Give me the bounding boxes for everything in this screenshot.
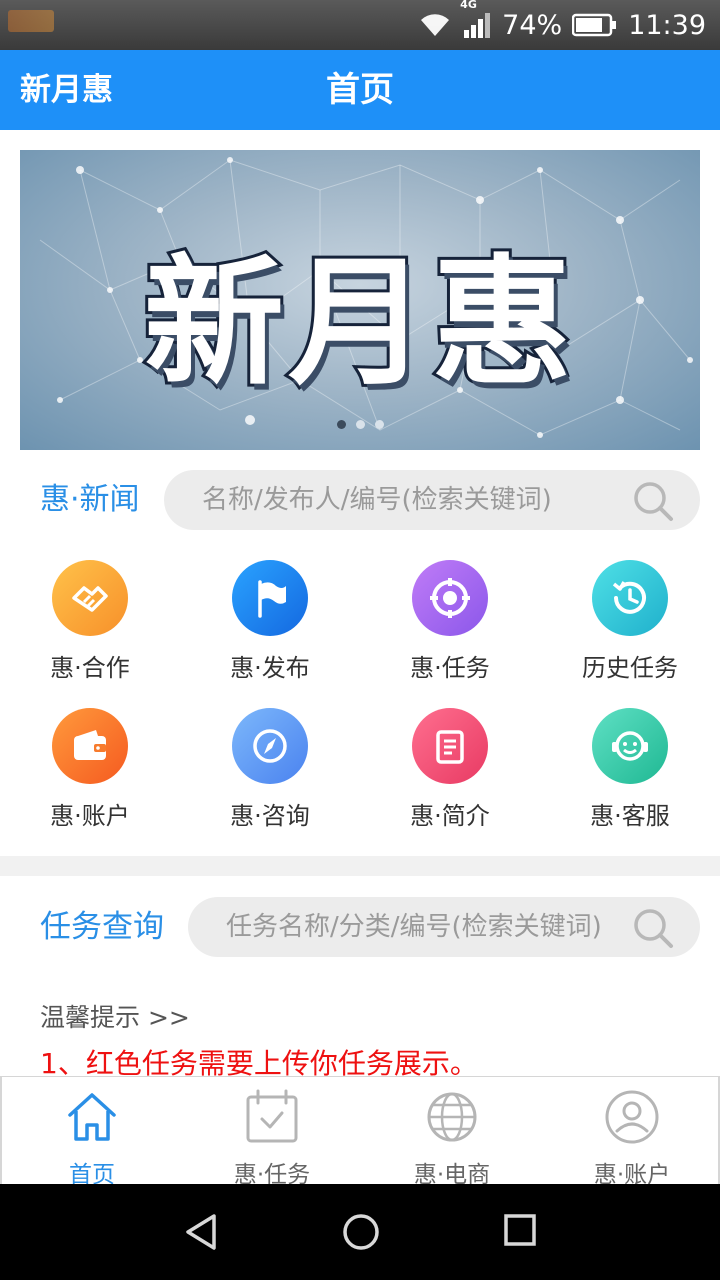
grid-item-service[interactable]: 惠·客服 <box>540 704 720 834</box>
grid-item-label: 惠·咨询 <box>230 802 310 830</box>
carousel-dot[interactable] <box>355 420 365 429</box>
compass-icon <box>232 708 308 784</box>
status-bar: 4G 74% 11:39 <box>0 0 720 50</box>
document-icon <box>412 708 488 784</box>
bottom-tab-bar: 首页 惠·任务 惠·电商 惠·账户 <box>0 1076 720 1188</box>
customer-service-icon <box>592 708 668 784</box>
carousel-dot[interactable] <box>374 420 384 429</box>
news-title: 惠·新闻 <box>40 482 140 517</box>
grid-item-label: 历史任务 <box>582 654 678 682</box>
grid-item-label: 惠·合作 <box>50 654 130 682</box>
handshake-icon <box>52 560 128 636</box>
calendar-check-icon <box>246 1089 298 1143</box>
task-query-header: 任务查询 <box>0 896 720 958</box>
search-icon[interactable] <box>632 907 674 953</box>
page-title: 首页 <box>326 70 394 110</box>
grid-item-task[interactable]: 惠·任务 <box>360 556 540 686</box>
history-icon <box>592 560 668 636</box>
carousel-indicator <box>20 420 700 429</box>
grid-item-cooperation[interactable]: 惠·合作 <box>0 556 180 686</box>
wifi-icon <box>418 12 452 38</box>
section-divider <box>0 856 720 876</box>
news-search-input[interactable] <box>202 470 622 530</box>
grid-item-intro[interactable]: 惠·简介 <box>360 704 540 834</box>
grid-item-publish[interactable]: 惠·发布 <box>180 556 360 686</box>
clock: 11:39 <box>628 9 706 41</box>
task-search-box[interactable] <box>188 897 700 957</box>
back-icon[interactable] <box>180 1212 224 1252</box>
tab-home[interactable]: 首页 <box>2 1077 182 1188</box>
recents-icon[interactable] <box>502 1212 540 1250</box>
system-nav-bar <box>0 1184 720 1280</box>
banner-carousel[interactable]: 新月惠 <box>20 150 700 450</box>
app-header: 新月惠 首页 <box>0 50 720 130</box>
home-nav-icon[interactable] <box>340 1212 382 1254</box>
grid-item-label: 惠·客服 <box>590 802 670 830</box>
tab-task[interactable]: 惠·任务 <box>182 1077 362 1188</box>
grid-item-label: 惠·发布 <box>230 654 310 682</box>
globe-icon <box>427 1092 477 1142</box>
banner-title: 新月惠 <box>141 239 576 408</box>
flag-icon <box>232 560 308 636</box>
tab-account[interactable]: 惠·账户 <box>542 1077 720 1188</box>
grid-item-history[interactable]: 历史任务 <box>540 556 720 686</box>
battery-icon <box>572 13 618 37</box>
grid-item-label: 惠·任务 <box>410 654 490 682</box>
grid-item-label: 惠·简介 <box>410 802 490 830</box>
tips-title[interactable]: 温馨提示 >> <box>40 998 190 1034</box>
task-query-title: 任务查询 <box>40 909 164 945</box>
home-icon <box>68 1093 116 1141</box>
wallet-icon <box>52 708 128 784</box>
news-search-box[interactable] <box>164 470 700 530</box>
notification-app-icon <box>8 10 54 32</box>
task-search-input[interactable] <box>226 897 626 957</box>
carousel-dot[interactable] <box>336 420 346 429</box>
grid-item-consult[interactable]: 惠·咨询 <box>180 704 360 834</box>
search-icon[interactable] <box>632 480 674 526</box>
grid-item-account[interactable]: 惠·账户 <box>0 704 180 834</box>
grid-item-label: 惠·账户 <box>50 802 130 830</box>
user-icon <box>605 1090 659 1144</box>
tab-ecommerce[interactable]: 惠·电商 <box>362 1077 542 1188</box>
network-type: 4G <box>460 0 477 11</box>
target-icon <box>412 560 488 636</box>
signal-icon: 4G <box>460 0 492 38</box>
news-section-header: 惠·新闻 <box>0 469 720 531</box>
battery-percent: 74% <box>502 9 563 41</box>
